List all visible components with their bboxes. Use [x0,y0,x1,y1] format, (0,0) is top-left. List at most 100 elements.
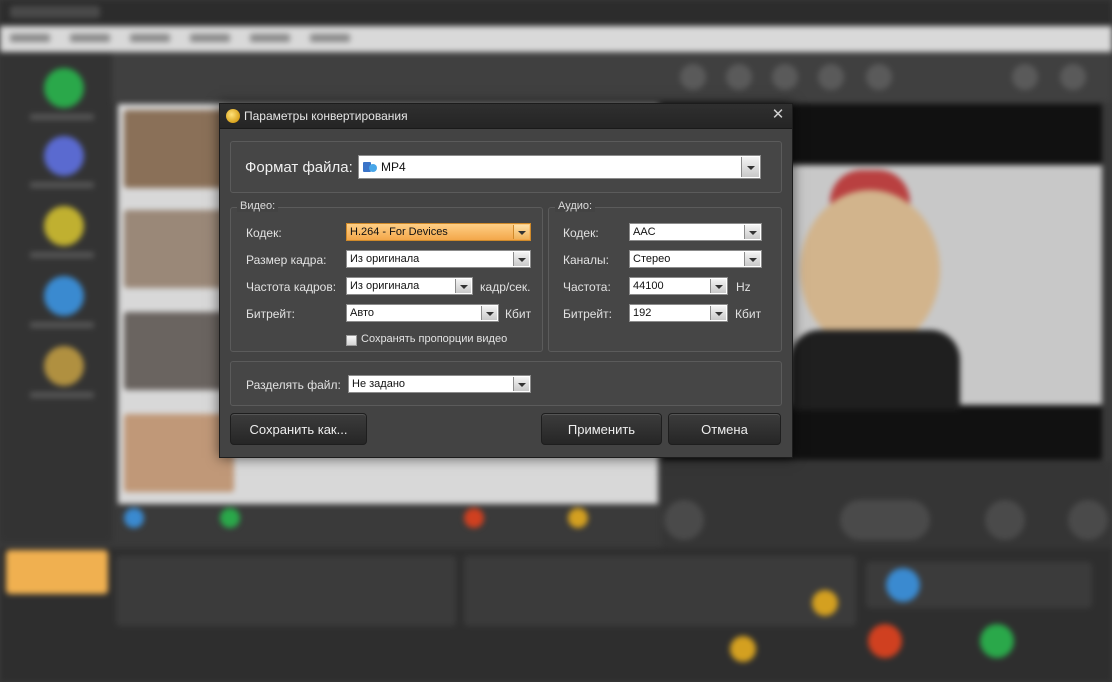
dialog-title: Параметры конвертирования [244,109,408,123]
sidebar-icon [44,136,84,176]
film-reel-icon [226,109,240,123]
convert-tab [6,550,108,594]
format-value: MP4 [381,160,406,174]
chevron-down-icon[interactable] [513,377,529,391]
sidebar-label [30,114,94,120]
video-codec-label: Кодек: [246,226,282,240]
video-legend: Видео: [237,200,279,212]
dialog-titlebar: Параметры конвертирования ✕ [220,104,792,129]
split-group: Разделять файл: Не задано [230,361,782,406]
preview-subject [790,330,960,410]
frame-rate-select[interactable]: Из оригинала [346,277,473,295]
audio-codec-select[interactable]: AAC [629,223,762,241]
toolbar-button [772,64,798,90]
sidebar-icon [44,206,84,246]
keep-aspect-checkbox[interactable] [346,335,357,346]
menu-item [310,34,350,42]
sidebar-label [30,392,94,398]
conversion-settings-dialog: Параметры конвертирования ✕ Формат файла… [219,103,793,458]
video-group: Видео: Кодек: H.264 - For Devices Размер… [230,200,543,352]
bottom-icon [124,508,144,528]
audio-bitrate-unit: Кбит [735,307,762,321]
preview-subject [800,190,940,350]
frequency-unit: Hz [736,280,751,294]
sidebar-label [30,252,94,258]
menu-item [250,34,290,42]
audio-bitrate-label: Битрейт: [563,307,612,321]
chevron-down-icon[interactable] [744,252,760,266]
bottom-icon [464,508,484,528]
player-button [664,500,704,540]
video-bitrate-label: Битрейт: [246,307,295,321]
save-as-button[interactable]: Сохранить как... [230,413,367,445]
video-codec-value: H.264 - For Devices [350,226,448,238]
player-button [840,500,930,540]
player-button [1068,500,1108,540]
toolbar-button [726,64,752,90]
sidebar-icon [44,68,84,108]
chevron-down-icon[interactable] [744,225,760,239]
mp4-format-icon [363,161,377,173]
video-thumbnail [124,110,234,188]
video-thumbnail [124,414,234,492]
video-bitrate-unit: Кбит [505,307,532,321]
frequency-label: Частота: [563,280,611,294]
bottom-icon [568,508,588,528]
chevron-down-icon[interactable] [455,279,471,293]
toolbar-button [818,64,844,90]
split-label: Разделять файл: [246,378,341,392]
audio-bitrate-select[interactable]: 192 [629,304,728,322]
video-thumbnail [124,210,234,288]
format-group: Формат файла: MP4 [230,141,782,193]
menu-item [130,34,170,42]
bottom-icon [730,636,756,662]
frequency-select[interactable]: 44100 [629,277,728,295]
app-logo [10,6,100,18]
channels-label: Каналы: [563,253,609,267]
format-select[interactable]: MP4 [358,155,761,179]
toolbar-button [1060,64,1086,90]
frame-rate-label: Частота кадров: [246,280,337,294]
audio-group: Аудио: Кодек: AAC Каналы: Стерео Частота… [548,200,782,352]
split-select[interactable]: Не задано [348,375,531,393]
frame-size-select[interactable]: Из оригинала [346,250,531,268]
video-codec-select[interactable]: H.264 - For Devices [346,223,531,241]
audio-codec-label: Кодек: [563,226,599,240]
bottom-icon [812,590,838,616]
frame-size-value: Из оригинала [350,253,420,265]
frame-rate-value: Из оригинала [350,280,420,292]
sidebar-label [30,182,94,188]
frame-size-label: Размер кадра: [246,253,327,267]
channels-select[interactable]: Стерео [629,250,762,268]
chevron-down-icon[interactable] [710,306,726,320]
audio-bitrate-value: 192 [633,307,652,319]
close-icon[interactable]: ✕ [770,107,786,123]
channels-value: Стерео [633,253,671,265]
sidebar-label [30,322,94,328]
sidebar-icon [44,346,84,386]
bottom-icon [868,624,902,658]
video-bitrate-select[interactable]: Авто [346,304,499,322]
toolbar-button [1012,64,1038,90]
bottom-panel-section [464,556,856,626]
app-titlebar [0,0,1112,26]
toolbar-button [680,64,706,90]
apply-button[interactable]: Применить [541,413,662,445]
frame-rate-unit: кадр/сек. [480,280,531,294]
audio-legend: Аудио: [555,200,596,212]
bottom-icon [886,568,920,602]
chevron-down-icon[interactable] [481,306,497,320]
chevron-down-icon[interactable] [513,225,529,239]
video-bitrate-value: Авто [350,307,374,319]
chevron-down-icon[interactable] [513,252,529,266]
menu-item [10,34,50,42]
video-thumbnail [124,312,234,390]
chevron-down-icon[interactable] [710,279,726,293]
format-label: Формат файла: [245,159,353,176]
cancel-button[interactable]: Отмена [668,413,781,445]
split-value: Не задано [352,378,406,390]
bottom-icon [220,508,240,528]
bottom-icon [980,624,1014,658]
chevron-down-icon[interactable] [741,157,759,177]
frequency-value: 44100 [633,280,664,292]
